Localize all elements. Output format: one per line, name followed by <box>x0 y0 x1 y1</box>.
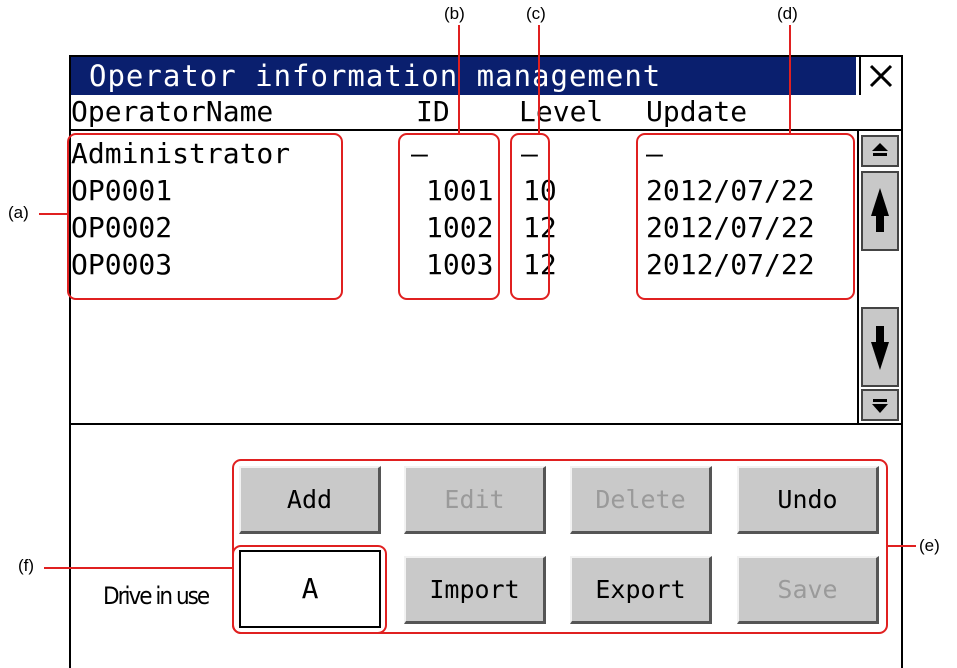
column-header-name: OperatorName <box>71 95 274 128</box>
callout-line-d <box>789 25 791 133</box>
scroll-bottom-icon <box>872 399 888 413</box>
callout-box-b <box>398 133 500 300</box>
scroll-up-icon <box>871 188 889 232</box>
section-divider <box>71 423 901 425</box>
callout-line-c <box>538 25 540 133</box>
callout-box-a <box>67 133 343 300</box>
callout-label-a: (a) <box>8 203 29 222</box>
column-header-row: OperatorName ID Level Update <box>71 95 901 131</box>
callout-label-f: (f) <box>18 556 35 575</box>
close-icon <box>869 64 893 88</box>
callout-label-b: (b) <box>444 4 465 23</box>
column-header-level: Level <box>519 95 604 128</box>
scroll-top-icon <box>872 143 888 156</box>
scroll-bottom-button[interactable] <box>861 389 899 421</box>
scroll-up-button[interactable] <box>861 171 899 251</box>
callout-box-d <box>636 133 855 300</box>
column-header-update: Update <box>646 95 748 128</box>
callout-line-e <box>888 545 916 547</box>
callout-box-f <box>232 545 387 634</box>
list-scrollbar[interactable] <box>857 131 901 425</box>
callout-line-b <box>458 25 460 133</box>
scroll-down-button[interactable] <box>861 307 899 387</box>
column-header-id: ID <box>416 95 450 128</box>
window-title: Operator information management <box>71 57 856 95</box>
callout-label-e: (e) <box>919 536 940 555</box>
scroll-top-button[interactable] <box>861 135 899 167</box>
drive-in-use-label: Drive in use <box>103 582 210 610</box>
callout-line-a <box>39 213 67 215</box>
callout-line-f <box>44 567 232 569</box>
callout-box-c <box>510 133 550 300</box>
scroll-down-icon <box>871 326 889 370</box>
callout-label-d: (d) <box>777 4 798 23</box>
callout-label-c: (c) <box>526 4 546 23</box>
close-button[interactable] <box>859 57 901 95</box>
